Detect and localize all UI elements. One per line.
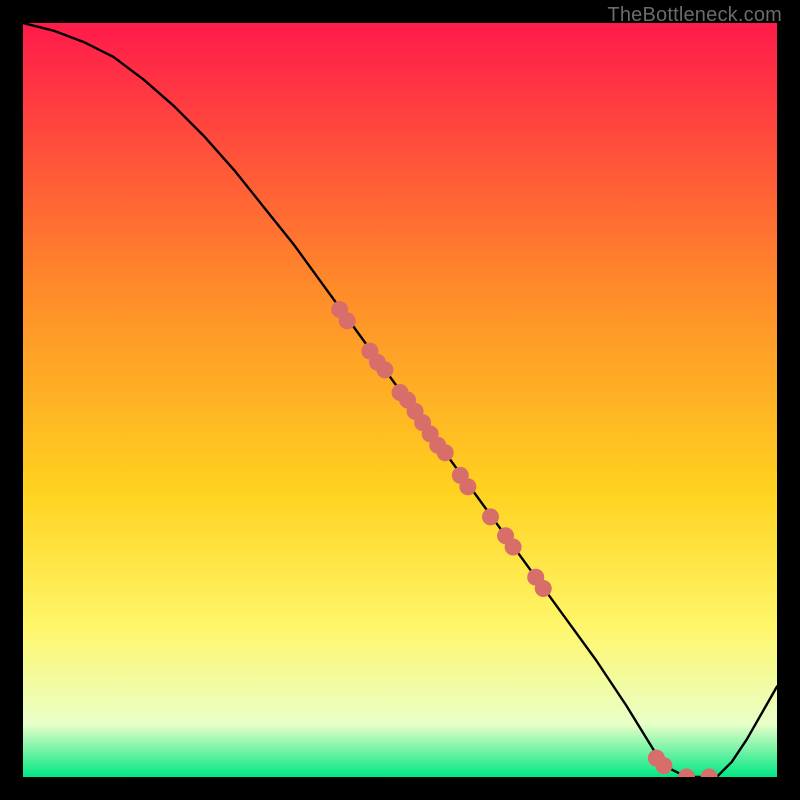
data-point <box>678 769 695 786</box>
data-point <box>535 580 552 597</box>
data-point <box>655 757 672 774</box>
data-point <box>459 478 476 495</box>
data-point <box>505 539 522 556</box>
data-point <box>482 508 499 525</box>
chart-stage: TheBottleneck.com <box>0 0 800 800</box>
bottleneck-chart <box>0 0 800 800</box>
data-point <box>437 444 454 461</box>
data-point <box>376 361 393 378</box>
attribution-label: TheBottleneck.com <box>607 4 782 27</box>
data-point <box>701 769 718 786</box>
data-point <box>339 312 356 329</box>
